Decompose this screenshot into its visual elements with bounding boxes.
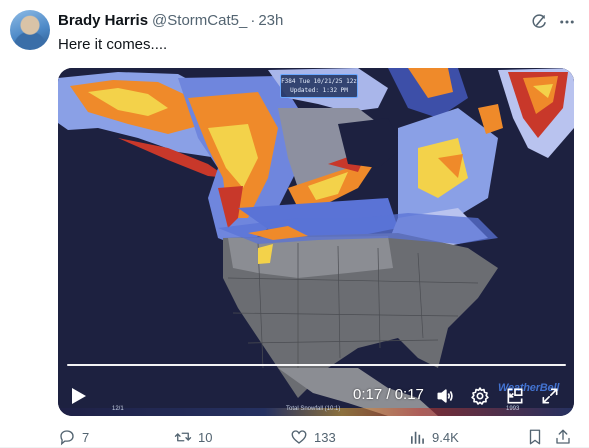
- like-button[interactable]: 133: [290, 428, 336, 446]
- more-icon[interactable]: [557, 13, 577, 31]
- play-icon[interactable]: [70, 386, 88, 406]
- bookmark-icon: [529, 429, 541, 445]
- reply-icon: [60, 430, 74, 446]
- author-name[interactable]: Brady Harris: [58, 12, 148, 29]
- tweet-text: Here it comes....: [58, 36, 168, 53]
- fullscreen-icon[interactable]: [540, 386, 560, 406]
- heart-icon: [291, 430, 307, 444]
- reply-button[interactable]: 7: [58, 428, 89, 446]
- stamp-line-2: Updated: 1:32 PM: [290, 87, 348, 94]
- repost-button[interactable]: 10: [174, 428, 212, 446]
- video-controls: 0:17 / 0:17: [58, 374, 574, 414]
- tweet[interactable]: Brady Harris @StormCat5_ · 23h Here it c…: [0, 0, 589, 448]
- author-handle[interactable]: @StormCat5_: [152, 12, 247, 29]
- views-count: 9.4K: [432, 429, 459, 445]
- share-icon: [556, 429, 570, 444]
- video-player[interactable]: F384 Tue 10/21/25 12z Updated: 1:32 PM W…: [58, 68, 574, 416]
- share-button[interactable]: [554, 428, 572, 446]
- tweet-actions: 7 10 133 9.4K: [58, 428, 578, 448]
- video-time-readout: 0:17 / 0:17: [353, 386, 424, 403]
- timestamp[interactable]: 23h: [258, 12, 283, 29]
- picture-in-picture-icon[interactable]: [505, 386, 525, 406]
- bookmark-button[interactable]: [526, 428, 544, 446]
- model-timestamp: F384 Tue 10/21/25 12z Updated: 1:32 PM: [280, 74, 358, 98]
- separator-dot: ·: [250, 12, 256, 29]
- like-count: 133: [314, 429, 336, 445]
- volume-icon[interactable]: [435, 386, 455, 406]
- views-icon: [411, 431, 424, 444]
- tweet-header: Brady Harris @StormCat5_ · 23h: [58, 12, 283, 32]
- views-button[interactable]: 9.4K: [408, 428, 459, 446]
- video-progress-bar[interactable]: [67, 364, 566, 366]
- repost-count: 10: [198, 429, 213, 445]
- gear-icon[interactable]: [470, 386, 490, 406]
- avatar[interactable]: [10, 10, 50, 50]
- repost-icon: [174, 432, 192, 442]
- stamp-line-1: F384 Tue 10/21/25 12z: [281, 78, 357, 85]
- reply-count: 7: [82, 429, 90, 445]
- grok-icon[interactable]: [530, 13, 548, 31]
